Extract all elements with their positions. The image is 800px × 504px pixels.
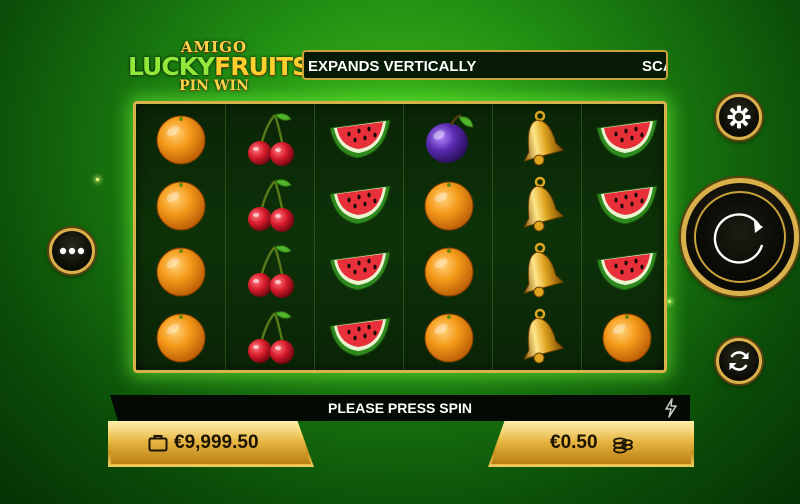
turbo-bolt-icon[interactable] [664, 398, 678, 418]
ticker-text: EXPANDS VERTICALLY [308, 58, 477, 75]
reel-grid [133, 101, 667, 373]
orange-symbol [582, 304, 671, 370]
logo-line-3: PIN WIN [179, 78, 249, 94]
spin-arrow-icon [713, 213, 764, 264]
bet-value: €0.50 [550, 432, 598, 453]
orange-symbol [404, 238, 493, 304]
wallet-icon [148, 435, 168, 452]
reel-column [492, 104, 581, 370]
reel-column [225, 104, 314, 370]
autoplay-button[interactable] [716, 338, 762, 384]
cherry-symbol [226, 172, 315, 238]
spin-button[interactable] [681, 178, 799, 296]
info-ticker: EXPANDS VERTICALLY SCA [302, 50, 668, 80]
bell-symbol [493, 106, 582, 172]
ticker-text-next: SCA [642, 58, 666, 75]
orange-symbol [136, 304, 225, 370]
cherry-symbol [226, 304, 315, 370]
bet-display[interactable]: €0.50 [488, 421, 694, 467]
orange-symbol [136, 172, 225, 238]
balance-value: €9,999.50 [174, 432, 259, 453]
watermelon-symbol [315, 106, 404, 172]
dots-menu-icon [59, 247, 85, 255]
settings-button[interactable] [716, 94, 762, 140]
orange-symbol [404, 172, 493, 238]
balance-display[interactable]: €9,999.50 [108, 421, 314, 467]
spin-button-face [694, 191, 786, 283]
watermelon-symbol [315, 304, 404, 370]
orange-symbol [404, 304, 493, 370]
autoplay-icon [729, 351, 749, 371]
game-logo: AMIGO LUCKYFRUITS PIN WIN [128, 40, 310, 94]
watermelon-symbol [315, 238, 404, 304]
watermelon-symbol [315, 172, 404, 238]
cherry-symbol [226, 106, 315, 172]
logo-lucky: LUCKY [128, 52, 215, 81]
logo-fruits: FRUITS [214, 52, 310, 81]
cherry-symbol [226, 238, 315, 304]
menu-button[interactable] [49, 228, 95, 274]
orange-symbol [136, 106, 225, 172]
logo-line-2: LUCKYFRUITS [128, 52, 310, 81]
message-bar: PLEASE PRESS SPIN [110, 395, 690, 421]
plum-symbol [404, 106, 493, 172]
bell-symbol [493, 304, 582, 370]
sparkle [96, 178, 99, 181]
watermelon-symbol [582, 172, 671, 238]
reel-column [314, 104, 403, 370]
coins-icon [613, 437, 633, 454]
bell-symbol [493, 238, 582, 304]
watermelon-symbol [582, 238, 671, 304]
status-message: PLEASE PRESS SPIN [328, 400, 472, 416]
watermelon-symbol [582, 106, 671, 172]
gear-icon [727, 105, 751, 129]
reel-column [136, 104, 225, 370]
orange-symbol [136, 238, 225, 304]
game-screen: AMIGO LUCKYFRUITS PIN WIN EXPANDS VERTIC… [0, 0, 800, 504]
reel-column [403, 104, 492, 370]
bell-symbol [493, 172, 582, 238]
reel-column [581, 104, 670, 370]
